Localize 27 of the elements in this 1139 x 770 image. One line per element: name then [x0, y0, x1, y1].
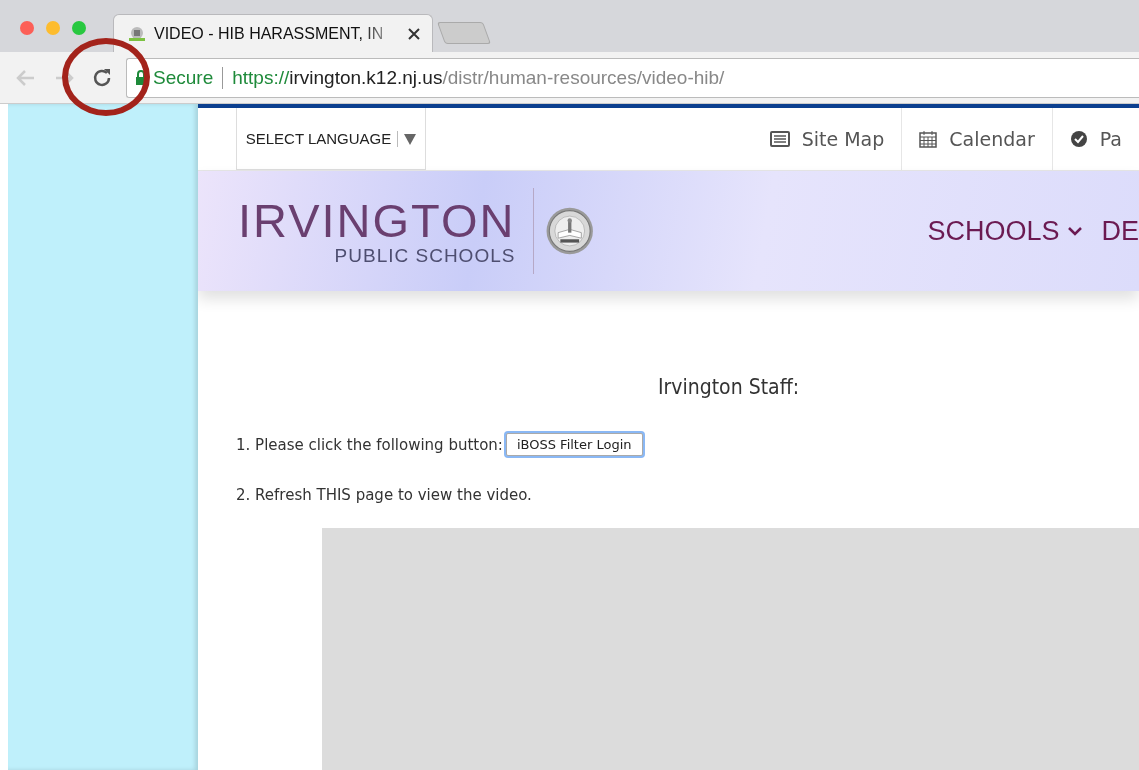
nav-menu-item[interactable]: SCHOOLS: [927, 215, 1084, 247]
logo-title: IRVINGTON: [238, 197, 516, 244]
list-icon: [769, 131, 790, 147]
step-text: 2. Refresh THIS page to view the video.: [236, 486, 532, 504]
login-button[interactable]: iBOSS Filter Login: [505, 433, 643, 456]
close-tab-icon[interactable]: [408, 27, 420, 40]
close-window-button[interactable]: [20, 21, 34, 35]
language-select[interactable]: SELECT LANGUAGE: [236, 108, 426, 170]
browser-tab[interactable]: VIDEO - HIB HARASSMENT, IN: [113, 14, 433, 52]
secure-label: Secure: [153, 66, 224, 89]
nav-menu-item[interactable]: DE: [1101, 215, 1139, 247]
tab-title: VIDEO - HIB HARASSMENT, IN: [154, 24, 385, 43]
minimize-window-button[interactable]: [46, 21, 60, 35]
check-circle-icon: [1069, 130, 1088, 148]
address-bar[interactable]: Secure https://irvington.k12.nj.us/distr/human-resources/video-hib/: [126, 57, 1139, 98]
logo-subtitle: PUBLIC SCHOOLS: [334, 246, 516, 265]
step-text: 1. Please click the following button:: [236, 435, 503, 454]
utility-link[interactable]: Pa: [1051, 108, 1139, 170]
url-text: https://irvington.k12.nj.us/distr/human-resources/video-hib/: [232, 66, 725, 89]
staff-heading: Irvington Staff:: [657, 375, 800, 399]
new-tab-button[interactable]: [437, 22, 491, 44]
dropdown-arrow-icon: [404, 132, 417, 145]
calendar-icon: [919, 130, 938, 148]
utility-link[interactable]: Site Map: [752, 108, 902, 170]
utility-link[interactable]: Calendar: [901, 108, 1052, 170]
zoom-window-button[interactable]: [72, 21, 86, 35]
favicon-icon: [128, 25, 146, 42]
